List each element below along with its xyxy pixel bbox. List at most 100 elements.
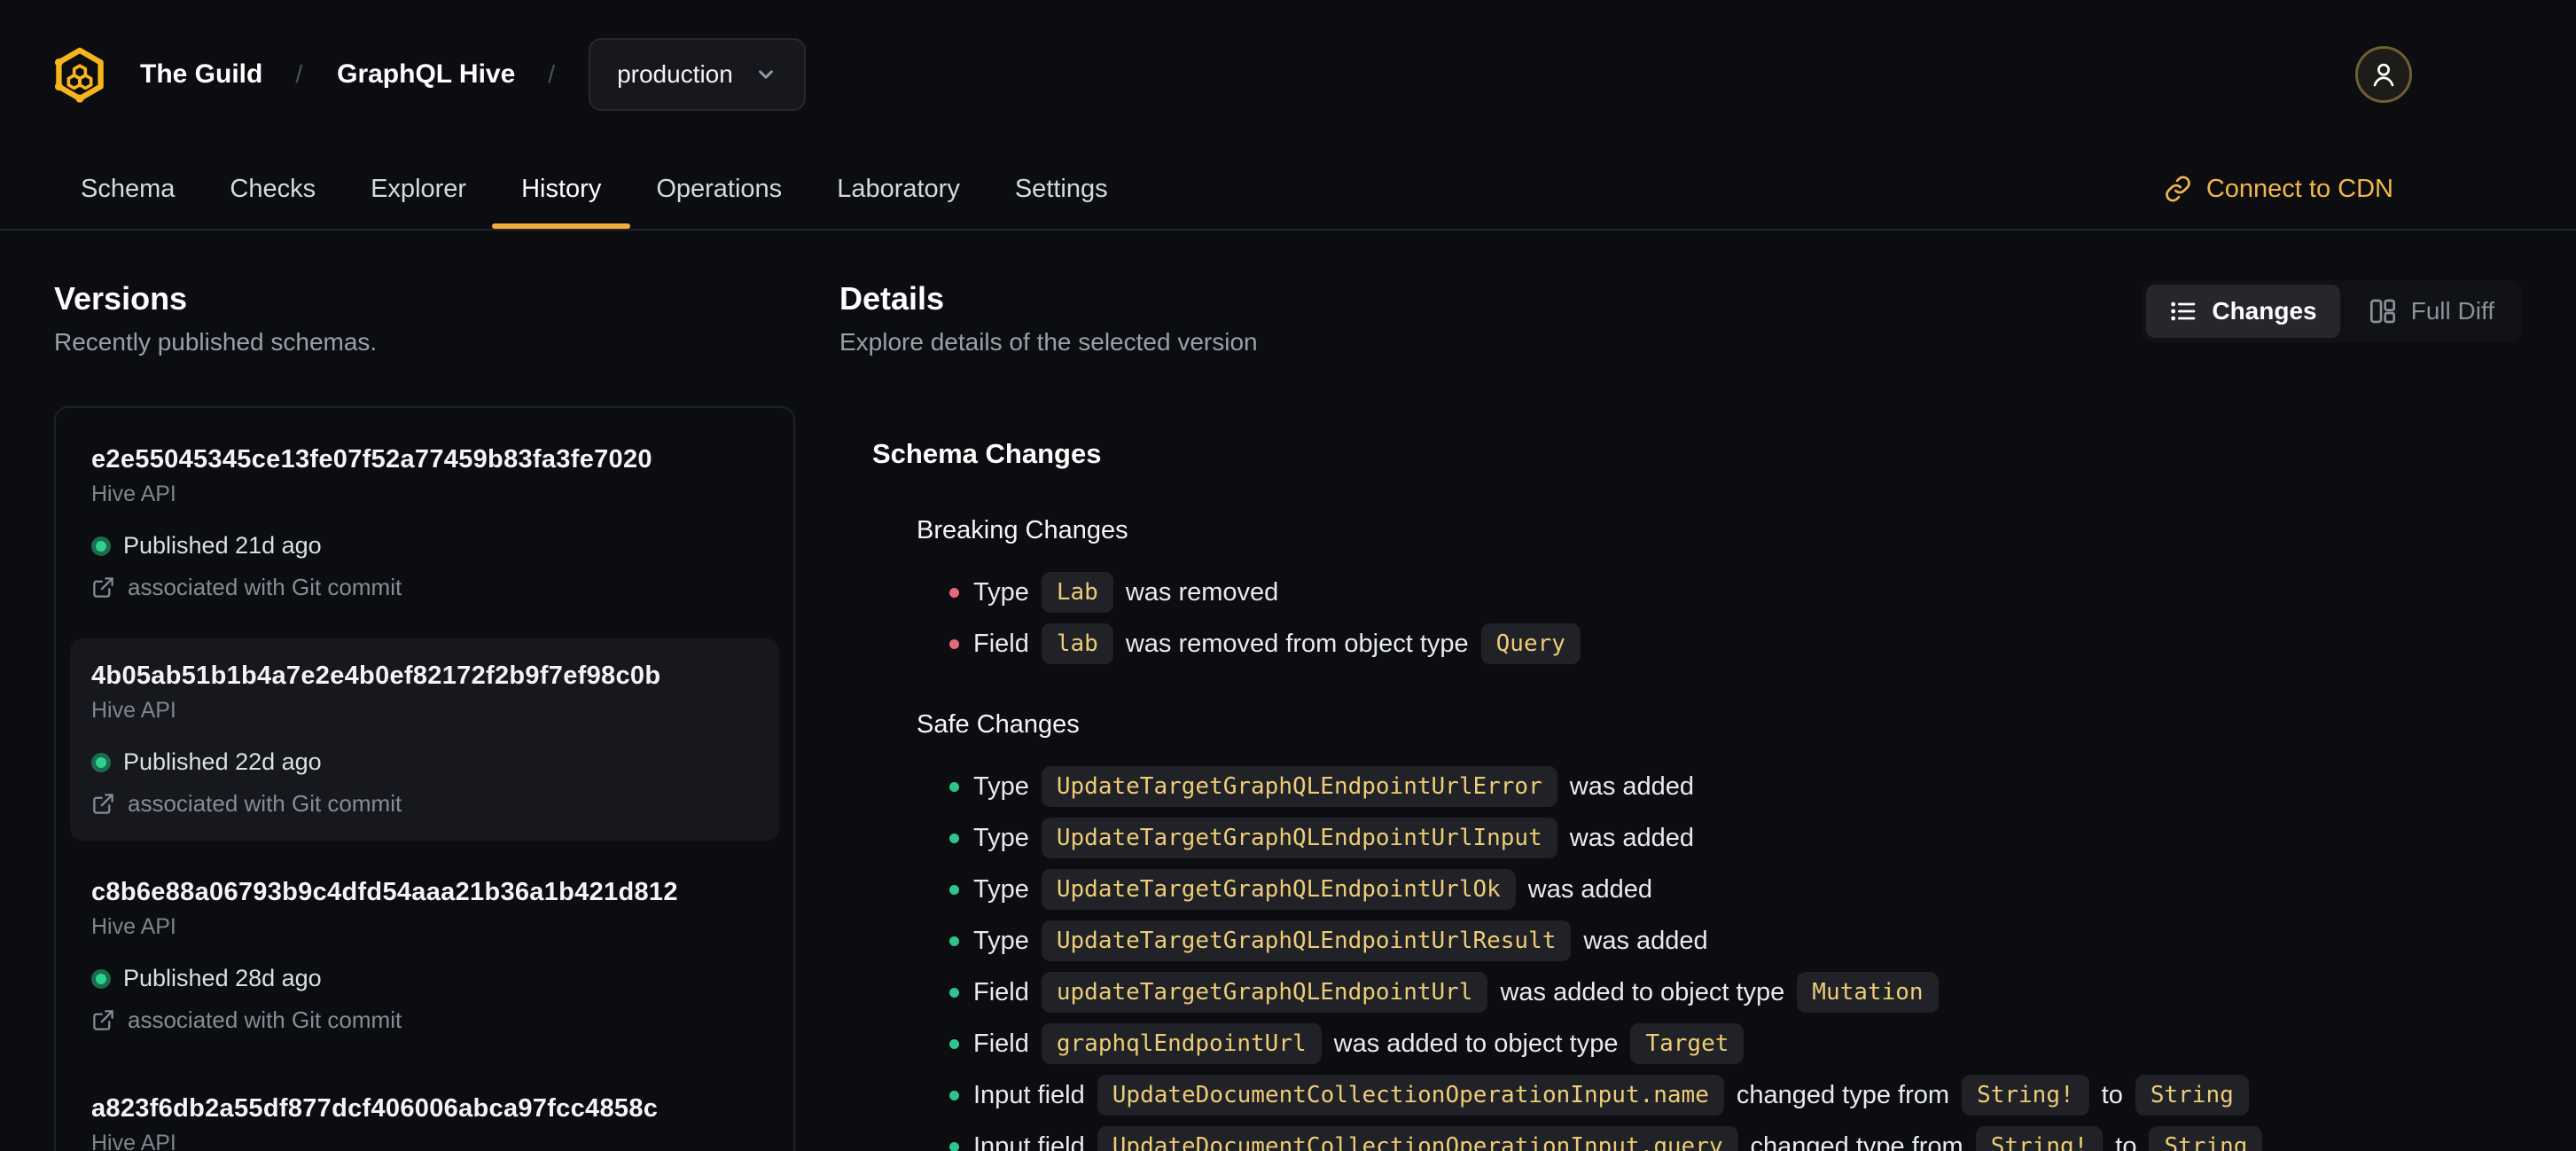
- change-item: Type UpdateTargetGraphQLEndpointUrlOk was …: [949, 869, 2522, 910]
- version-list-item[interactable]: c8b6e88a06793b9c4dfd54aaa21b36a1b421d812…: [70, 855, 779, 1057]
- code-badge: UpdateDocumentCollectionOperationInput.q…: [1097, 1126, 1738, 1151]
- tab-settings[interactable]: Settings: [1015, 149, 1108, 229]
- change-item-content: Type UpdateTargetGraphQLEndpointUrlError w…: [973, 766, 1694, 807]
- full-diff-view-button[interactable]: Full Diff: [2346, 285, 2517, 338]
- target-selector-dropdown[interactable]: production: [589, 38, 806, 111]
- app-header: The Guild / GraphQL Hive / production Sc…: [0, 0, 2576, 231]
- breadcrumb-separator: /: [295, 60, 303, 88]
- git-commit-link[interactable]: associated with Git commit: [91, 574, 758, 601]
- tab-checks[interactable]: Checks: [230, 149, 316, 229]
- version-hash: 4b05ab51b1b4a7e2e4b0ef82172f2b9f7ef98c0b: [91, 662, 661, 690]
- versions-panel: Versions Recently published schemas. e2e…: [54, 280, 795, 1151]
- user-avatar-button[interactable]: [2355, 46, 2412, 103]
- version-list-item[interactable]: e2e55045345ce13fe07f52a77459b83fa3fe7020…: [70, 422, 779, 624]
- tab-history[interactable]: History: [492, 149, 631, 229]
- code-badge: updateTargetGraphQLEndpointUrl: [1041, 972, 1488, 1013]
- change-text: changed type from: [1736, 1080, 1950, 1109]
- breadcrumb-org[interactable]: The Guild: [140, 59, 262, 90]
- change-item-content: Type UpdateTargetGraphQLEndpointUrlInput w…: [973, 818, 1694, 858]
- version-hash: c8b6e88a06793b9c4dfd54aaa21b36a1b421d812: [91, 878, 678, 906]
- external-link-icon: [93, 577, 113, 598]
- change-text: was added: [1527, 874, 1653, 904]
- tab-laboratory[interactable]: Laboratory: [837, 149, 960, 229]
- bullet-dot: [949, 833, 959, 843]
- changes-view-label: Changes: [2212, 297, 2317, 325]
- bullet-dot: [949, 1090, 959, 1100]
- version-hash: e2e55045345ce13fe07f52a77459b83fa3fe7020: [91, 445, 652, 474]
- link-icon: [2166, 176, 2190, 202]
- details-heading-group: Details Explore details of the selected …: [839, 280, 1258, 356]
- change-item: Input field UpdateDocumentCollectionOpera…: [949, 1126, 2522, 1151]
- schema-changes-title: Schema Changes: [872, 438, 1102, 469]
- tab-explorer[interactable]: Explorer: [371, 149, 466, 229]
- columns-icon: [2369, 299, 2395, 324]
- git-commit-label: associated with Git commit: [128, 790, 402, 817]
- breadcrumb-project[interactable]: GraphQL Hive: [337, 59, 515, 90]
- external-link-icon: [93, 1010, 113, 1030]
- code-badge: UpdateTargetGraphQLEndpointUrlInput: [1041, 818, 1557, 858]
- change-item-content: Type Lab was removed: [973, 572, 1278, 613]
- version-status-row: Published 22d ago: [91, 748, 758, 776]
- change-item-content: Input field UpdateDocumentCollectionOpera…: [973, 1126, 2263, 1151]
- version-hash: a823f6db2a55df877dcf406006abca97fcc4858c: [91, 1094, 659, 1123]
- breadcrumb: The Guild / GraphQL Hive / production: [105, 38, 806, 111]
- git-commit-label: associated with Git commit: [128, 574, 402, 600]
- hive-logo[interactable]: [54, 46, 105, 103]
- version-service: Hive API: [91, 914, 176, 939]
- main-content: Versions Recently published schemas. e2e…: [0, 231, 2576, 1151]
- tabs-bar: Schema Checks Explorer History Operation…: [0, 149, 2576, 231]
- change-text: Field: [973, 1029, 1029, 1058]
- code-badge: UpdateTargetGraphQLEndpointUrlResult: [1041, 920, 1572, 961]
- change-item-content: Field updateTargetGraphQLEndpointUrl was a…: [973, 972, 1939, 1013]
- view-toggle-group: Changes Full Diff: [2142, 280, 2522, 342]
- published-status-dot: [91, 968, 111, 989]
- connect-to-cdn-link[interactable]: Connect to CDN: [2164, 149, 2393, 229]
- change-text: Field: [973, 977, 1029, 1006]
- change-text: Field: [973, 629, 1029, 658]
- bullet-dot: [949, 638, 959, 649]
- bullet-dot: [949, 1141, 959, 1151]
- change-text: was added: [1569, 823, 1695, 852]
- change-item: Field graphqlEndpointUrl was added to obje…: [949, 1023, 2522, 1064]
- code-badge: Mutation: [1797, 972, 1939, 1013]
- change-text: Type: [973, 874, 1029, 904]
- code-badge: graphqlEndpointUrl: [1041, 1023, 1322, 1064]
- code-badge: lab: [1041, 623, 1113, 664]
- version-list-item[interactable]: a823f6db2a55df877dcf406006abca97fcc4858c…: [70, 1071, 779, 1151]
- change-list: Type Lab was removed Field lab was removed fr…: [949, 572, 2522, 664]
- version-published-label: Published 28d ago: [123, 965, 322, 991]
- change-list: Type UpdateTargetGraphQLEndpointUrlError w…: [949, 766, 2522, 1151]
- code-badge: String: [2135, 1075, 2249, 1116]
- tab-schema[interactable]: Schema: [81, 149, 175, 229]
- change-text: Type: [973, 926, 1029, 955]
- version-list: e2e55045345ce13fe07f52a77459b83fa3fe7020…: [54, 406, 795, 1151]
- change-item: Type UpdateTargetGraphQLEndpointUrlError w…: [949, 766, 2522, 807]
- published-status-dot: [91, 752, 111, 772]
- change-text: was added: [1583, 926, 1708, 955]
- details-header: Details Explore details of the selected …: [839, 280, 2522, 356]
- version-list-item[interactable]: 4b05ab51b1b4a7e2e4b0ef82172f2b9f7ef98c0b…: [70, 638, 779, 841]
- tab-operations[interactable]: Operations: [656, 149, 782, 229]
- git-commit-link[interactable]: associated with Git commit: [91, 1006, 758, 1034]
- change-text: to: [2115, 1131, 2137, 1151]
- change-item: Input field UpdateDocumentCollectionOpera…: [949, 1075, 2522, 1116]
- code-badge: String!: [1975, 1126, 2104, 1151]
- versions-title: Versions: [54, 280, 188, 317]
- changes-view-button[interactable]: Changes: [2146, 285, 2340, 338]
- code-badge: UpdateTargetGraphQLEndpointUrlError: [1041, 766, 1557, 807]
- git-commit-link[interactable]: associated with Git commit: [91, 790, 758, 818]
- code-badge: UpdateTargetGraphQLEndpointUrlOk: [1041, 869, 1516, 910]
- details-title: Details: [839, 280, 945, 317]
- code-badge: String: [2149, 1126, 2263, 1151]
- change-section-title: Safe Changes: [917, 710, 1080, 739]
- change-text: changed type from: [1750, 1131, 1963, 1151]
- bullet-dot: [949, 987, 959, 998]
- change-text: was removed: [1125, 577, 1279, 607]
- version-service: Hive API: [91, 482, 176, 506]
- change-text: Input field: [973, 1080, 1085, 1109]
- details-panel: Details Explore details of the selected …: [839, 280, 2522, 1151]
- version-service: Hive API: [91, 1131, 176, 1151]
- change-section: Safe Changes Type UpdateTargetGraphQLEndpo…: [917, 710, 2522, 1151]
- version-status-row: Published 28d ago: [91, 965, 758, 992]
- published-status-dot: [91, 536, 111, 556]
